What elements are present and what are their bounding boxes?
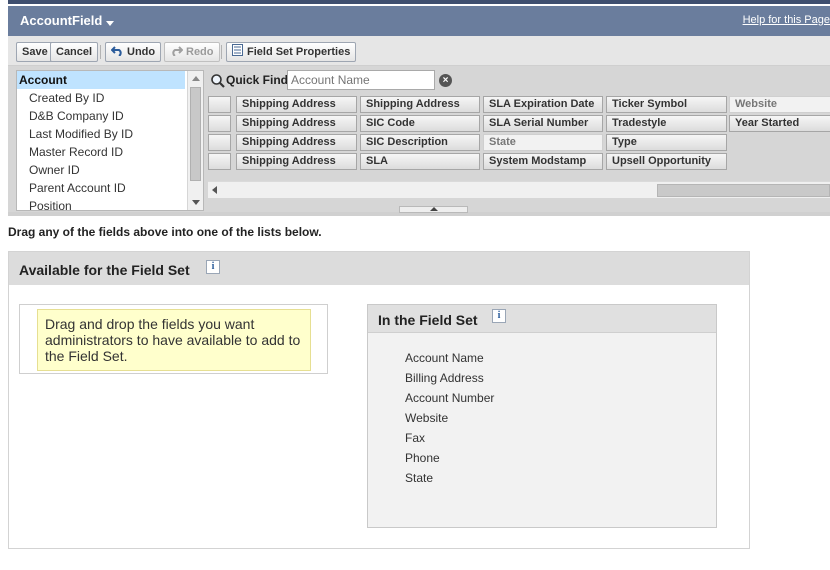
scroll-down-icon[interactable] [192, 200, 200, 205]
toolbar: Save Cancel Undo Redo Field Set Properti… [8, 36, 830, 66]
properties-icon [232, 44, 243, 56]
title-bar: AccountField Help for this Page [8, 6, 830, 36]
scroll-up-icon[interactable] [192, 76, 200, 81]
field-button[interactable]: Shipping Address [236, 153, 357, 170]
available-drop-zone[interactable]: Drag and drop the fields you want admini… [19, 304, 328, 374]
undo-icon [110, 46, 122, 57]
available-title: Available for the Field Set [19, 262, 190, 278]
field-button[interactable] [208, 115, 231, 132]
object-list-item[interactable]: Account [17, 71, 185, 89]
scroll-thumb[interactable] [657, 184, 830, 197]
toolbar-divider [100, 45, 101, 59]
scroll-thumb[interactable] [190, 87, 201, 181]
in-field-set-title: In the Field Set [378, 312, 478, 328]
field-grid: Shipping Address Shipping Address Shipping… [208, 96, 830, 180]
object-list-item[interactable]: Owner ID [17, 161, 203, 179]
field-button[interactable]: System Modstamp [483, 153, 603, 170]
field-set-item[interactable]: Account Name [405, 349, 494, 369]
quick-find-label: Quick Find [226, 73, 289, 87]
field-set-item[interactable]: State [405, 469, 494, 489]
field-grid-scrollbar[interactable] [208, 181, 830, 198]
in-field-set-list: Account Name Billing Address Account Numbe… [405, 349, 494, 489]
object-list-item[interactable]: Master Record ID [17, 143, 203, 161]
field-button[interactable]: Ticker Symbol [606, 96, 727, 113]
field-button[interactable]: Website [729, 96, 830, 113]
field-button[interactable]: Shipping Address [360, 96, 480, 113]
redo-icon [172, 46, 184, 57]
field-button[interactable]: Type [606, 134, 727, 151]
available-panel: Available for the Field Set i Drag and d… [8, 251, 750, 549]
object-list-items: Account Created By ID D&B Company ID Last M… [17, 71, 203, 210]
field-button[interactable]: Tradestyle [606, 115, 727, 132]
toolbar-divider [221, 45, 222, 59]
object-list[interactable]: Account Created By ID D&B Company ID Last M… [16, 70, 204, 211]
field-palette: Account Created By ID D&B Company ID Last M… [8, 66, 830, 216]
object-list-item[interactable]: Parent Account ID [17, 179, 203, 197]
field-button[interactable]: Shipping Address [236, 134, 357, 151]
field-button[interactable] [208, 134, 231, 151]
field-button[interactable]: Shipping Address [236, 115, 357, 132]
field-button[interactable]: SIC Code [360, 115, 480, 132]
field-button[interactable]: SLA Expiration Date [483, 96, 603, 113]
scroll-left-icon[interactable] [212, 186, 217, 194]
help-link[interactable]: Help for this Page [743, 14, 830, 26]
drop-hint: Drag and drop the fields you want admini… [37, 309, 311, 371]
undo-button[interactable]: Undo [105, 42, 162, 62]
save-button[interactable]: Save [16, 42, 54, 62]
in-field-set-panel[interactable]: In the Field Set i Account Name Billing A… [367, 304, 717, 528]
page-title[interactable]: AccountField [20, 13, 102, 28]
page-header: AccountField Help for this Page [8, 0, 830, 40]
redo-button-label: Redo [186, 46, 214, 58]
save-button-label: Save [22, 46, 48, 58]
field-set-item[interactable]: Website [405, 409, 494, 429]
cancel-button[interactable]: Cancel [50, 42, 99, 62]
redo-button[interactable]: Redo [164, 42, 220, 62]
object-list-item[interactable]: Created By ID [17, 89, 203, 107]
field-button[interactable] [208, 153, 231, 170]
header-top-line [8, 0, 830, 4]
instructions-text: Drag any of the fields above into one of… [8, 225, 322, 239]
field-button[interactable]: SLA Serial Number [483, 115, 603, 132]
field-set-properties-label: Field Set Properties [247, 46, 351, 58]
field-set-item[interactable]: Phone [405, 449, 494, 469]
quick-find-input[interactable] [287, 70, 435, 90]
search-icon [211, 74, 225, 88]
cancel-button-label: Cancel [56, 46, 93, 58]
field-set-item[interactable]: Fax [405, 429, 494, 449]
clear-icon[interactable]: × [439, 74, 452, 87]
field-set-properties-button[interactable]: Field Set Properties [226, 42, 357, 62]
object-list-scrollbar[interactable] [187, 71, 203, 210]
field-button[interactable] [208, 96, 231, 113]
chevron-down-icon[interactable] [106, 21, 114, 26]
field-button[interactable]: SLA [360, 153, 480, 170]
object-list-item[interactable]: Position [17, 197, 203, 210]
info-icon[interactable]: i [206, 260, 220, 274]
object-list-item[interactable]: D&B Company ID [17, 107, 203, 125]
field-button[interactable]: SIC Description [360, 134, 480, 151]
field-button[interactable]: Shipping Address [236, 96, 357, 113]
field-set-item[interactable]: Billing Address [405, 369, 494, 389]
collapse-arrow-icon [430, 207, 438, 211]
palette-resize-handle[interactable] [399, 206, 468, 213]
undo-button-label: Undo [127, 46, 156, 58]
field-button[interactable]: State [483, 134, 603, 151]
field-button[interactable]: Upsell Opportunity [606, 153, 727, 170]
available-header: Available for the Field Set i [9, 252, 749, 285]
in-field-set-header: In the Field Set i [368, 305, 716, 333]
field-button[interactable]: Year Started [729, 115, 830, 132]
field-set-item[interactable]: Account Number [405, 389, 494, 409]
info-icon[interactable]: i [492, 309, 506, 323]
object-list-item[interactable]: Last Modified By ID [17, 125, 203, 143]
